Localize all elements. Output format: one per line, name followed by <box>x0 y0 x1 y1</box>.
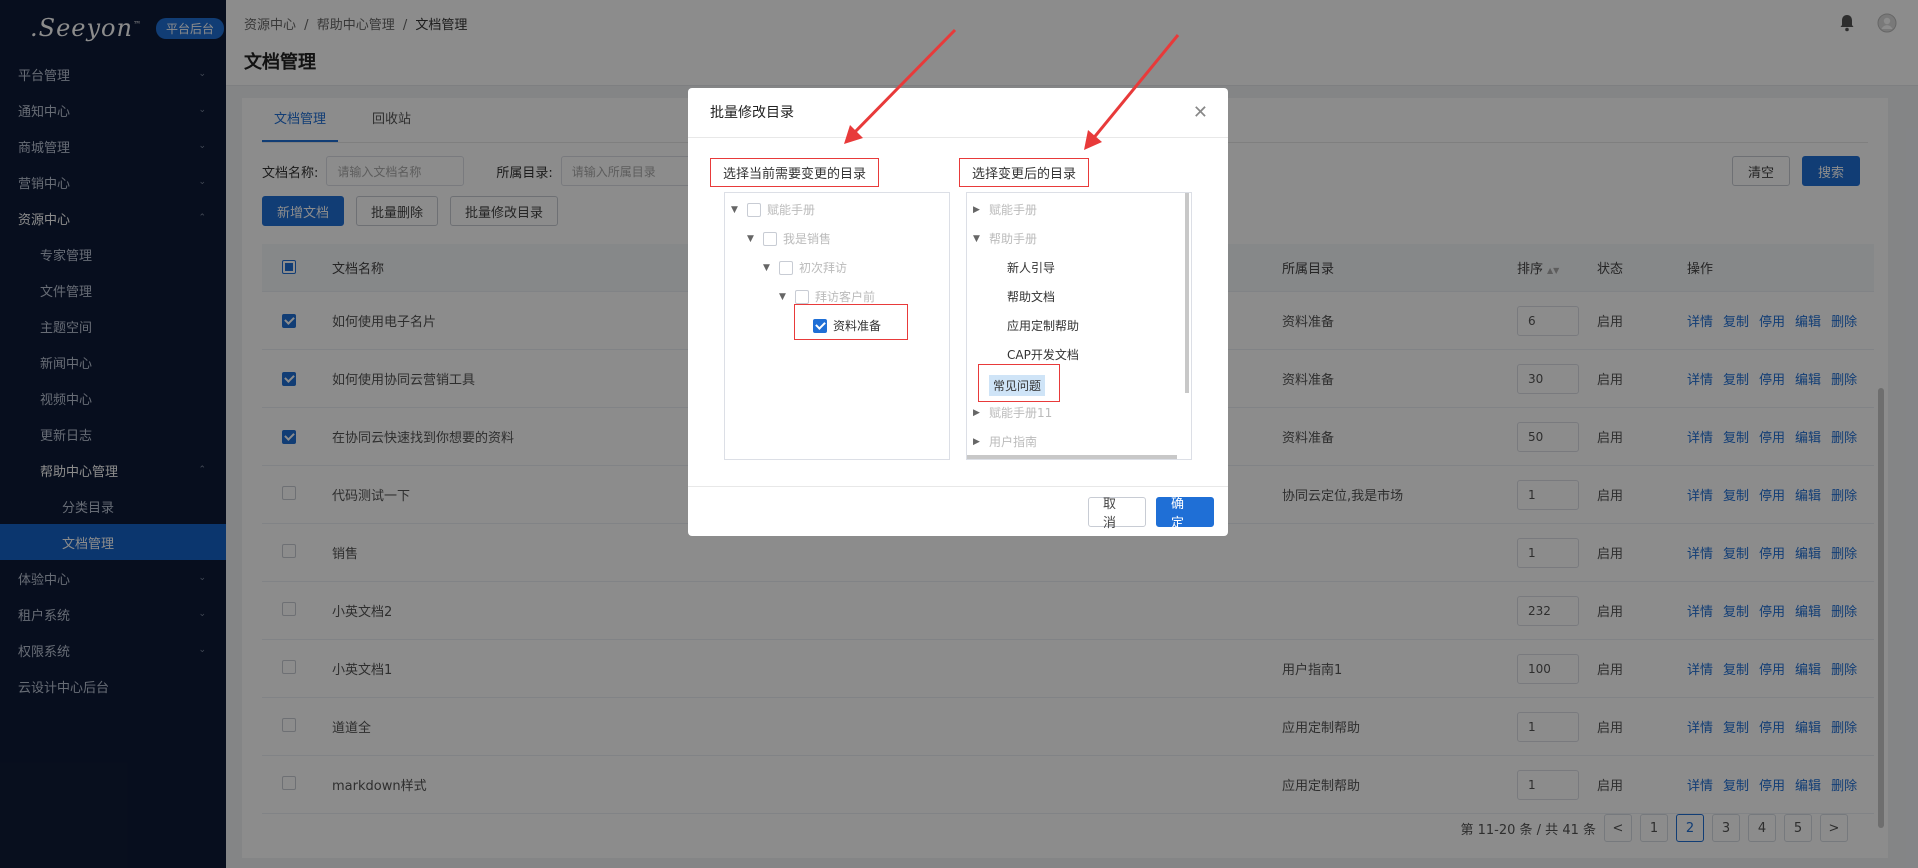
annotation-arrow-left <box>850 28 957 137</box>
annotation-arrow-right <box>1090 34 1180 141</box>
annotation-arrows <box>844 28 1180 150</box>
